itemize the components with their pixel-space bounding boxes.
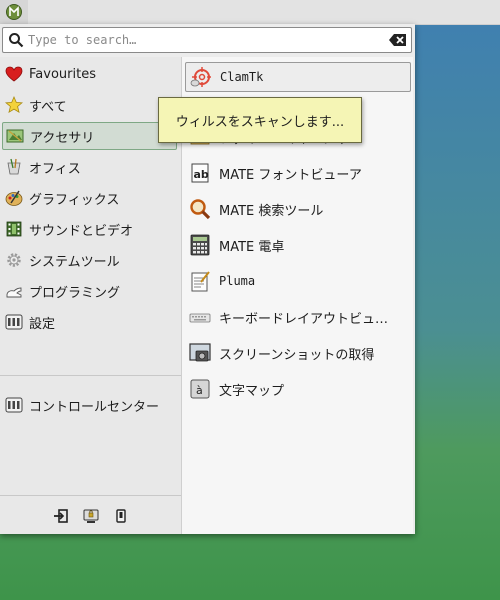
category-favourites[interactable]: Favourites: [2, 60, 177, 88]
app-search-tool[interactable]: MATE 検索ツール: [185, 194, 411, 224]
category-control-center[interactable]: コントロールセンター: [2, 391, 177, 419]
category-label: すべて: [29, 99, 67, 115]
lock-screen-icon[interactable]: [83, 508, 99, 524]
tooltip-text: ウィルスをスキャンします...: [175, 114, 345, 130]
screenshot-icon: [189, 343, 211, 362]
category-label: プログラミング: [29, 285, 121, 301]
category-label: 設定: [29, 316, 56, 332]
accessories-icon: [6, 129, 24, 143]
settings-icon: [5, 314, 23, 330]
search-icon: [9, 33, 24, 48]
text-editor-icon: [191, 271, 210, 292]
search-tool-icon: [190, 199, 211, 220]
logout-icon[interactable]: [53, 508, 69, 524]
category-label: オフィス: [29, 161, 81, 177]
category-accessories[interactable]: アクセサリ: [2, 122, 177, 150]
category-label: Favourites: [29, 66, 96, 82]
category-system-tools[interactable]: システムツール: [2, 246, 177, 274]
app-keyboard-layout-viewer[interactable]: キーボードレイアウトビュ…: [185, 302, 411, 332]
category-settings[interactable]: 設定: [2, 308, 177, 336]
app-pluma[interactable]: Pluma: [185, 266, 411, 296]
programming-icon: [6, 287, 22, 298]
calculator-icon: [190, 234, 210, 256]
category-label: サウンドとビデオ: [29, 223, 134, 239]
star-icon: [5, 96, 23, 114]
app-label: MATE 検索ツール: [219, 203, 324, 219]
category-label: コントロールセンター: [29, 399, 160, 415]
menu-button[interactable]: [0, 0, 28, 24]
tooltip: ウィルスをスキャンします...: [158, 97, 362, 143]
app-clamtk[interactable]: ClamTk: [185, 62, 411, 92]
search-input[interactable]: [28, 30, 389, 50]
session-actions: [0, 497, 181, 534]
svg-text:à: à: [196, 384, 203, 397]
app-character-map[interactable]: à 文字マップ: [185, 374, 411, 404]
bottom-divider: [0, 495, 181, 496]
category-graphics[interactable]: グラフィックス: [2, 184, 177, 212]
category-all[interactable]: すべて: [2, 91, 177, 119]
mate-logo-icon: [6, 4, 22, 20]
search-bar: [2, 27, 412, 53]
clear-search-icon[interactable]: [389, 33, 407, 47]
multimedia-icon: [6, 221, 22, 237]
app-label: 文字マップ: [219, 383, 285, 399]
category-programming[interactable]: プログラミング: [2, 277, 177, 305]
gear-icon: [7, 253, 21, 267]
keyboard-icon: [189, 313, 211, 323]
category-list: Favourites すべて アクセサリ オフィス グラフィックス サウンドとビ…: [0, 57, 182, 534]
app-label: キーボードレイアウトビュ…: [219, 311, 389, 327]
office-icon: [7, 158, 21, 175]
app-label: スクリーンショットの取得: [219, 347, 375, 363]
heart-icon: [5, 66, 23, 82]
app-calculator[interactable]: MATE 電卓: [185, 230, 411, 260]
font-viewer-icon: ab: [191, 163, 209, 183]
top-panel: [0, 0, 500, 25]
character-map-icon: à: [190, 379, 210, 399]
category-label: システムツール: [29, 254, 120, 270]
app-screenshot[interactable]: スクリーンショットの取得: [185, 338, 411, 368]
app-font-viewer[interactable]: ab MATE フォントビューア: [185, 158, 411, 188]
app-label: ClamTk: [220, 70, 264, 84]
category-divider: [0, 375, 181, 376]
clamtk-icon: [190, 67, 211, 87]
svg-text:ab: ab: [194, 168, 209, 181]
app-label: MATE フォントビューア: [219, 167, 362, 183]
category-office[interactable]: オフィス: [2, 153, 177, 181]
app-label: MATE 電卓: [219, 239, 285, 255]
shutdown-icon[interactable]: [113, 508, 129, 524]
app-label: Pluma: [219, 274, 256, 288]
graphics-icon: [5, 190, 23, 206]
category-multimedia[interactable]: サウンドとビデオ: [2, 215, 177, 243]
category-label: アクセサリ: [30, 130, 95, 146]
control-center-icon: [5, 397, 23, 413]
category-label: グラフィックス: [29, 192, 120, 208]
